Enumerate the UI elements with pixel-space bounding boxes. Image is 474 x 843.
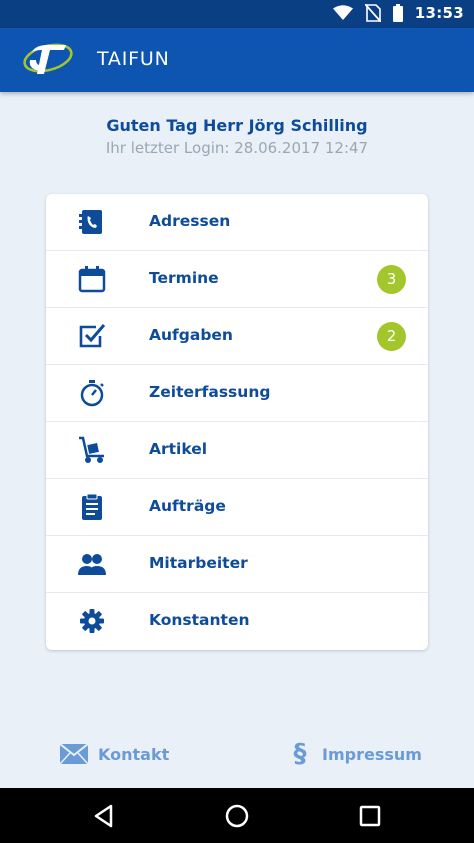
home-icon[interactable]: [223, 802, 251, 830]
hand-truck-icon: [79, 436, 104, 463]
aufgaben-count-badge: 2: [377, 322, 406, 351]
no-sim-icon: [364, 4, 381, 22]
menu-label: Mitarbeiter: [149, 554, 248, 572]
status-time: 13:53: [414, 4, 464, 22]
battery-icon: [392, 4, 403, 22]
people-icon: [78, 554, 106, 575]
kontakt-label: Kontakt: [98, 744, 170, 764]
address-book-icon: [79, 210, 102, 234]
menu-item-artikel[interactable]: Artikel: [46, 422, 428, 479]
menu-item-adressen[interactable]: Adressen: [46, 194, 428, 251]
clipboard-icon: [82, 493, 102, 520]
app-bar: TAIFUN: [0, 28, 474, 92]
impressum-label: Impressum: [322, 744, 422, 764]
taifun-logo: [23, 43, 73, 74]
menu-label: Zeiterfassung: [149, 383, 271, 401]
menu-label: Aufgaben: [149, 326, 233, 344]
termine-count-badge: 3: [377, 265, 406, 294]
gear-icon: [80, 609, 104, 633]
stopwatch-icon: [80, 380, 104, 407]
menu-label: Adressen: [149, 212, 231, 230]
kontakt-link[interactable]: Kontakt: [60, 738, 169, 770]
menu-item-konstanten[interactable]: Konstanten: [46, 593, 428, 650]
menu-item-zeiterfassung[interactable]: Zeiterfassung: [46, 365, 428, 422]
main-menu: Adressen Termine 3 Aufgaben 2 Zeiterfass…: [46, 194, 428, 650]
status-icons: 13:53: [332, 4, 464, 22]
impressum-link[interactable]: § Impressum: [288, 738, 422, 770]
menu-label: Aufträge: [149, 497, 226, 515]
checkbox-icon: [79, 324, 106, 348]
mail-icon: [60, 744, 88, 764]
wifi-icon: [332, 5, 353, 20]
menu-label: Termine: [149, 269, 219, 287]
menu-item-mitarbeiter[interactable]: Mitarbeiter: [46, 536, 428, 593]
menu-item-auftraege[interactable]: Aufträge: [46, 479, 428, 536]
status-bar: 13:53: [0, 0, 474, 28]
app-title: TAIFUN: [97, 48, 170, 70]
greeting-text: Guten Tag Herr Jörg Schilling: [106, 116, 368, 135]
back-icon[interactable]: [90, 802, 118, 830]
menu-label: Artikel: [149, 440, 208, 458]
calendar-icon: [78, 266, 106, 293]
navigation-bar: [0, 788, 474, 843]
recents-icon[interactable]: [356, 802, 384, 830]
last-login-text: Ihr letzter Login: 28.06.2017 12:47: [105, 139, 369, 157]
paragraph-icon: §: [293, 739, 307, 769]
menu-label: Konstanten: [149, 611, 250, 629]
menu-item-termine[interactable]: Termine 3: [46, 251, 428, 308]
menu-item-aufgaben[interactable]: Aufgaben 2: [46, 308, 428, 365]
